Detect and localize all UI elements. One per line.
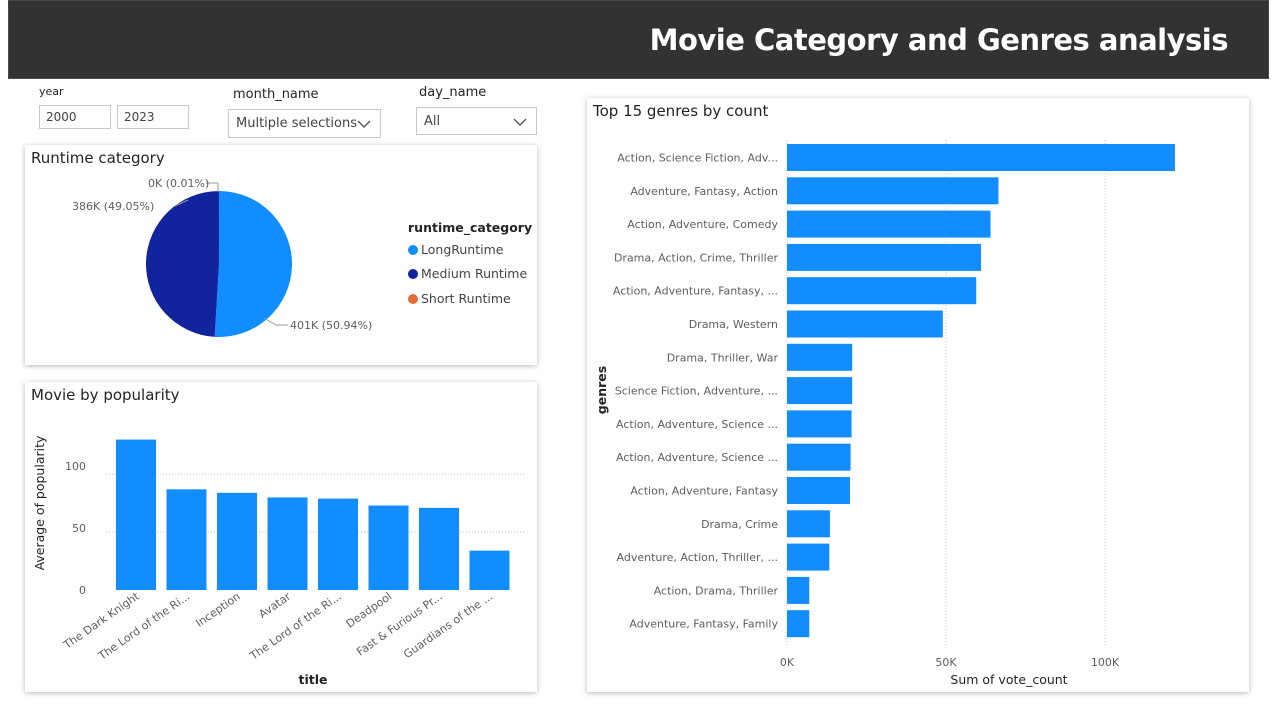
x-tick-label: 50K: [935, 656, 957, 669]
y-tick-label: Action, Adventure, Science ...: [616, 418, 778, 431]
bar[interactable]: [787, 177, 999, 205]
genres-bar-chart: genres Sum of vote_count 0K 50K 100K Act…: [594, 140, 1175, 687]
y-tick-label: Adventure, Action, Thriller, ...: [617, 551, 779, 564]
bar[interactable]: [787, 477, 850, 504]
bar[interactable]: [787, 210, 991, 238]
x-tick-label: 0K: [780, 656, 795, 669]
bar[interactable]: [787, 144, 1175, 171]
bar[interactable]: [787, 443, 851, 471]
x-tick-label: 100K: [1091, 656, 1120, 669]
bar[interactable]: [787, 410, 852, 438]
y-tick-label: Action, Science Fiction, Adv...: [617, 152, 778, 165]
y-tick-label: Drama, Thriller, War: [667, 351, 779, 364]
bar[interactable]: [787, 377, 853, 405]
y-tick-label: Action, Adventure, Fantasy, ...: [613, 285, 778, 298]
bar[interactable]: [787, 277, 977, 305]
bar[interactable]: [787, 543, 830, 571]
y-tick-label: Adventure, Fantasy, Action: [630, 185, 778, 198]
y-tick-label: Action, Drama, Thriller: [654, 584, 779, 597]
y-tick-label: Science Fiction, Adventure, ...: [615, 385, 778, 398]
y-tick-label: Action, Adventure, Science ...: [616, 451, 778, 464]
bar[interactable]: [787, 243, 981, 271]
y-tick-label: Drama, Western: [689, 318, 778, 331]
y-tick-label: Adventure, Fantasy, Family: [629, 618, 778, 631]
y-axis-title: genres: [594, 366, 609, 414]
y-tick-label: Action, Adventure, Fantasy: [630, 485, 778, 498]
bar[interactable]: [787, 310, 943, 338]
bar[interactable]: [787, 343, 853, 371]
bar[interactable]: [787, 610, 810, 638]
y-tick-label: Drama, Action, Crime, Thriller: [614, 251, 779, 264]
bar[interactable]: [787, 510, 830, 538]
x-axis-title: Sum of vote_count: [950, 672, 1067, 687]
bar[interactable]: [787, 576, 810, 604]
y-tick-label: Action, Adventure, Comedy: [627, 218, 778, 231]
y-tick-label: Drama, Crime: [701, 518, 778, 531]
